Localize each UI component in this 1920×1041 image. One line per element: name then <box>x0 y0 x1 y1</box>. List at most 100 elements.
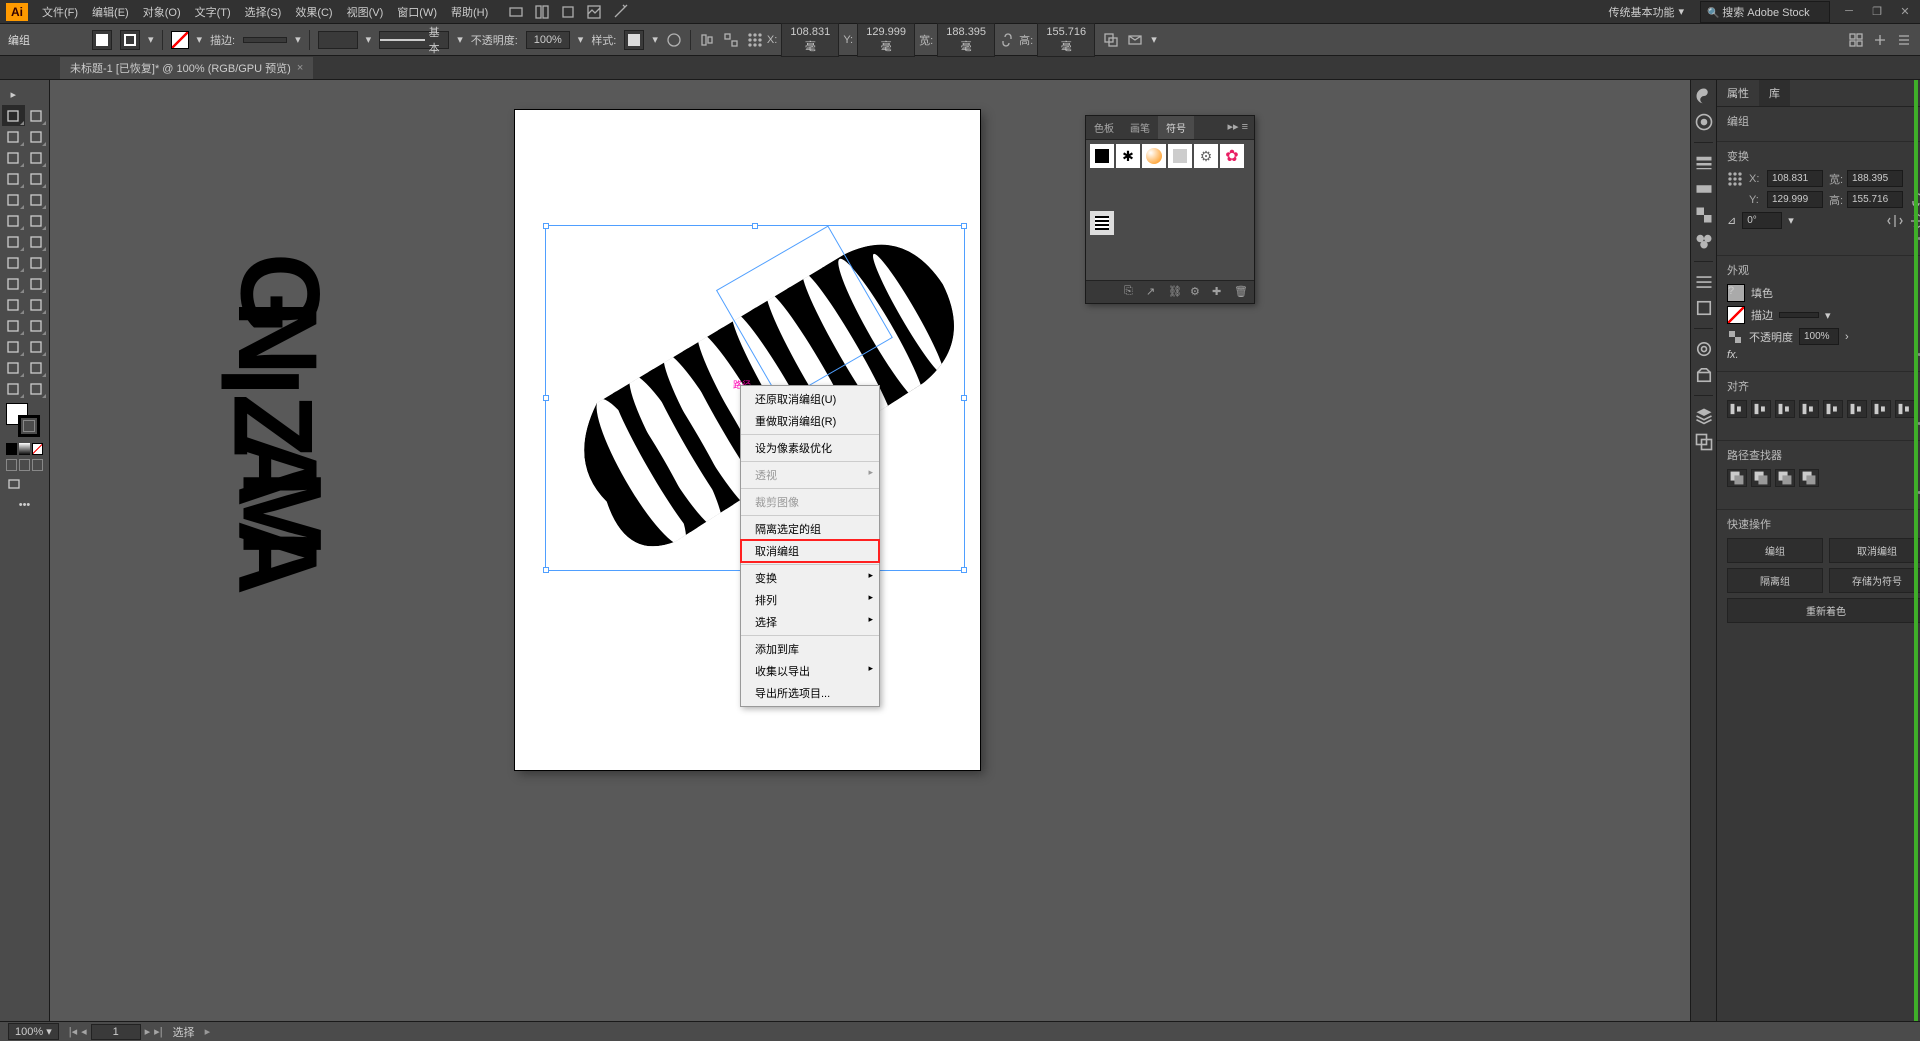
menu-视图[interactable]: 视图(V) <box>341 2 390 22</box>
place-symbol-icon[interactable]: ↗ <box>1146 285 1162 299</box>
stroke-dropdown[interactable]: ▾ <box>148 33 154 46</box>
menu-对象[interactable]: 对象(O) <box>137 2 187 22</box>
eraser-tool[interactable] <box>25 210 48 231</box>
x-field[interactable]: 108.831 毫 <box>781 23 839 57</box>
menu-效果[interactable]: 效果(C) <box>289 2 338 22</box>
w-field[interactable]: 188.395 毫 <box>937 23 995 57</box>
color-guide-icon[interactable] <box>1694 112 1714 132</box>
rotate-tool[interactable] <box>2 231 25 252</box>
y-field[interactable]: 129.999 毫 <box>857 23 915 57</box>
mesh-tool[interactable] <box>2 294 25 315</box>
align-left-icon[interactable] <box>1727 400 1747 418</box>
workspace-switcher[interactable]: 传统基本功能▾ <box>1602 2 1690 22</box>
edit-toolbar[interactable]: ••• <box>2 494 47 515</box>
normal-draw-mode[interactable] <box>6 459 17 471</box>
artboard-nav[interactable]: |◂◂1▸▸| <box>69 1024 163 1040</box>
type-tool[interactable] <box>2 168 25 189</box>
graphic-style-swatch[interactable] <box>624 30 644 50</box>
ctx-设为像素级优化[interactable]: 设为像素级优化 <box>741 437 879 459</box>
symbol-lib-icon[interactable]: ⎘ <box>1124 285 1140 299</box>
prop-h-field[interactable]: 155.716 <box>1847 191 1903 208</box>
stroke-panel-icon[interactable] <box>1694 153 1714 173</box>
menu-文件[interactable]: 文件(F) <box>36 2 84 22</box>
symbol-thumb[interactable]: ✱ <box>1116 144 1140 168</box>
fx-label[interactable]: fx. <box>1727 349 1739 361</box>
document-tab[interactable]: 未标题-1 [已恢复]* @ 100% (RGB/GPU 预览) × <box>60 57 313 79</box>
pen-tool[interactable] <box>2 147 25 168</box>
envelope-icon[interactable] <box>1127 32 1143 48</box>
qa-group[interactable]: 编组 <box>1727 538 1823 563</box>
panel-collapse-icon[interactable]: ▸▸ ≡ <box>1221 116 1254 139</box>
color-panel-icon[interactable] <box>1694 86 1714 106</box>
close-tab-icon[interactable]: × <box>297 62 303 74</box>
recolor-icon[interactable] <box>666 32 682 48</box>
align-vcenter-icon[interactable] <box>1823 400 1843 418</box>
collapse-toolbox[interactable]: ▸ <box>2 84 25 105</box>
distribute-v-icon[interactable] <box>1895 400 1915 418</box>
adobe-stock-search[interactable]: 🔍 搜索 Adobe Stock <box>1700 1 1830 23</box>
selection-tool[interactable] <box>2 105 25 126</box>
prop-w-field[interactable]: 188.395 <box>1847 170 1903 187</box>
ctx-取消编组[interactable]: 取消编组 <box>741 540 879 562</box>
scale-tool[interactable] <box>25 231 48 252</box>
menu-编辑[interactable]: 编辑(E) <box>86 2 135 22</box>
eyedropper-tool[interactable] <box>2 315 25 336</box>
gpu-icon[interactable] <box>560 4 576 20</box>
ctx-重做取消编组(R)[interactable]: 重做取消编组(R) <box>741 410 879 432</box>
grid-toggle-icon[interactable] <box>1848 32 1864 48</box>
symbol-options-icon[interactable]: ⚙ <box>1190 285 1206 299</box>
transform-panel-icon[interactable] <box>723 32 739 48</box>
new-symbol-icon[interactable]: ✚ <box>1212 285 1228 299</box>
hand-tool[interactable] <box>2 378 25 399</box>
ref-point-icon[interactable] <box>1727 171 1743 187</box>
column-graph-tool[interactable] <box>25 336 48 357</box>
width-tool[interactable] <box>2 252 25 273</box>
stroke-weight-stepper[interactable]: ▾ <box>295 33 301 46</box>
canvas[interactable]: GNIZAMA <box>50 80 1690 1021</box>
ctx-变换[interactable]: 变换 <box>741 567 879 589</box>
gradient-mode[interactable] <box>19 443 30 455</box>
pathfinder-intersect-icon[interactable] <box>1775 469 1795 487</box>
shaper-tool[interactable] <box>2 210 25 231</box>
link-wh-icon[interactable] <box>999 32 1015 48</box>
align-bottom-icon[interactable] <box>1847 400 1867 418</box>
perspective-grid-tool[interactable] <box>25 273 48 294</box>
prop-x-field[interactable]: 108.831 <box>1767 170 1823 187</box>
flip-h-icon[interactable] <box>1887 213 1903 229</box>
menu-窗口[interactable]: 窗口(W) <box>391 2 443 22</box>
artboard-tool[interactable] <box>2 357 25 378</box>
fill-swatch[interactable] <box>92 30 112 50</box>
delete-symbol-icon[interactable]: 🗑 <box>1234 285 1250 299</box>
pathfinder-exclude-icon[interactable] <box>1799 469 1819 487</box>
pathfinder-unite-icon[interactable] <box>1727 469 1747 487</box>
ctx-隔离选定的组[interactable]: 隔离选定的组 <box>741 518 879 540</box>
shape-builder-tool[interactable] <box>2 273 25 294</box>
prop-y-field[interactable]: 129.999 <box>1767 191 1823 208</box>
stroke-wt-prop[interactable] <box>1779 312 1819 318</box>
tab-properties[interactable]: 属性 <box>1717 80 1759 106</box>
pathfinder-minus-front-icon[interactable] <box>1751 469 1771 487</box>
appearance-panel-icon[interactable] <box>1694 272 1714 292</box>
screen-mode[interactable] <box>2 473 25 494</box>
inside-draw-mode[interactable] <box>32 459 43 471</box>
ctx-添加到库[interactable]: 添加到库 <box>741 638 879 660</box>
shape-builder-icon[interactable] <box>1103 32 1119 48</box>
ctx-导出所选项目...[interactable]: 导出所选项目... <box>741 682 879 704</box>
distribute-h-icon[interactable] <box>1871 400 1891 418</box>
behind-draw-mode[interactable] <box>19 459 30 471</box>
symbol-thumb[interactable] <box>1090 144 1114 168</box>
reference-point[interactable] <box>747 32 763 48</box>
wand-icon[interactable] <box>612 4 628 20</box>
stroke-swatch-prop[interactable] <box>1727 306 1745 324</box>
close-icon[interactable]: ✕ <box>1896 5 1914 19</box>
symbol-thumb[interactable] <box>1090 211 1114 235</box>
symbol-thumb[interactable] <box>1168 144 1192 168</box>
lasso-tool[interactable] <box>25 126 48 147</box>
ctx-收集以导出[interactable]: 收集以导出 <box>741 660 879 682</box>
ctx-还原取消编组(U)[interactable]: 还原取消编组(U) <box>741 388 879 410</box>
no-fill-icon[interactable] <box>171 31 189 49</box>
fill-swatch-prop[interactable]: ? <box>1727 284 1745 302</box>
color-mode[interactable] <box>6 443 17 455</box>
slice-tool[interactable] <box>25 357 48 378</box>
artboards-panel-icon[interactable] <box>1694 432 1714 452</box>
